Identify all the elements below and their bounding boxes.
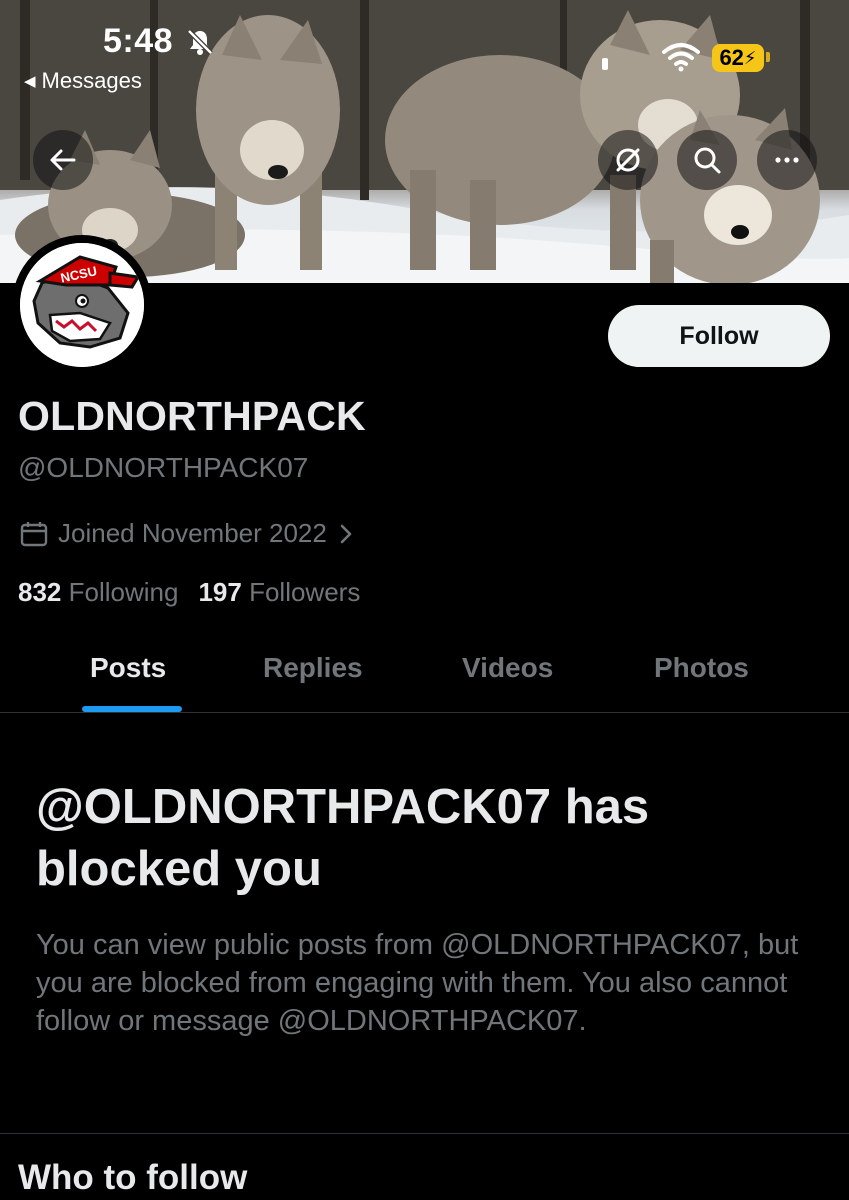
charging-bolt-icon: ⚡ <box>743 47 757 68</box>
display-name: OLDNORTHPACK <box>18 393 366 439</box>
back-app-label: Messages <box>41 68 142 93</box>
more-dots-icon <box>775 157 799 163</box>
followers-link[interactable]: 197 Followers <box>198 577 360 608</box>
blocked-description: You can view public posts from @OLDNORTH… <box>36 929 799 1037</box>
wifi-icon <box>662 43 700 72</box>
arrow-left-icon <box>50 149 76 171</box>
tab-posts[interactable]: Posts <box>90 652 166 684</box>
tab-replies[interactable]: Replies <box>263 652 363 684</box>
profile-avatar[interactable]: NCSU <box>12 235 152 375</box>
following-link[interactable]: 832 Following <box>18 577 178 608</box>
battery-tip <box>766 52 770 62</box>
section-divider <box>0 1133 849 1134</box>
calendar-icon <box>20 521 48 546</box>
back-button[interactable] <box>33 130 93 190</box>
grok-icon <box>616 148 640 172</box>
status-time: 5:48 <box>103 22 174 60</box>
grok-button[interactable] <box>598 130 658 190</box>
battery-indicator: 62 ⚡ <box>712 44 764 72</box>
tab-videos[interactable]: Videos <box>462 652 553 684</box>
following-label: Following <box>68 577 179 607</box>
active-tab-indicator <box>82 706 182 712</box>
back-triangle-icon: ◀ <box>24 73 36 90</box>
follow-button[interactable]: Follow <box>608 305 830 367</box>
joined-date-row[interactable]: Joined November 2022 <box>20 518 355 549</box>
joined-date-text: Joined November 2022 <box>58 518 327 548</box>
cellular-signal-icon <box>602 58 608 70</box>
profile-tabs: Posts Replies Videos Photos <box>0 640 849 713</box>
who-to-follow-heading: Who to follow <box>18 1158 248 1197</box>
blocked-title: @OLDNORTHPACK07 has blocked you <box>36 780 650 896</box>
avatar-image: NCSU <box>20 243 144 367</box>
profile-banner[interactable]: 5:48 ◀ Messages 62 ⚡ <box>0 0 849 283</box>
chevron-right-icon <box>340 524 352 543</box>
user-handle: @OLDNORTHPACK07 <box>18 452 309 483</box>
followers-count: 197 <box>198 577 242 607</box>
search-icon <box>694 147 721 174</box>
search-button[interactable] <box>677 130 737 190</box>
back-to-messages[interactable]: ◀ Messages <box>24 68 142 94</box>
tab-photos[interactable]: Photos <box>654 652 749 684</box>
more-options-button[interactable] <box>757 130 817 190</box>
wolf-logo-icon: NCSU <box>20 243 144 367</box>
followers-label: Followers <box>249 577 361 607</box>
following-count: 832 <box>18 577 62 607</box>
follow-counts: 832 Following 197 Followers <box>18 577 360 608</box>
battery-level: 62 <box>719 45 744 70</box>
silent-bell-icon <box>187 29 213 55</box>
